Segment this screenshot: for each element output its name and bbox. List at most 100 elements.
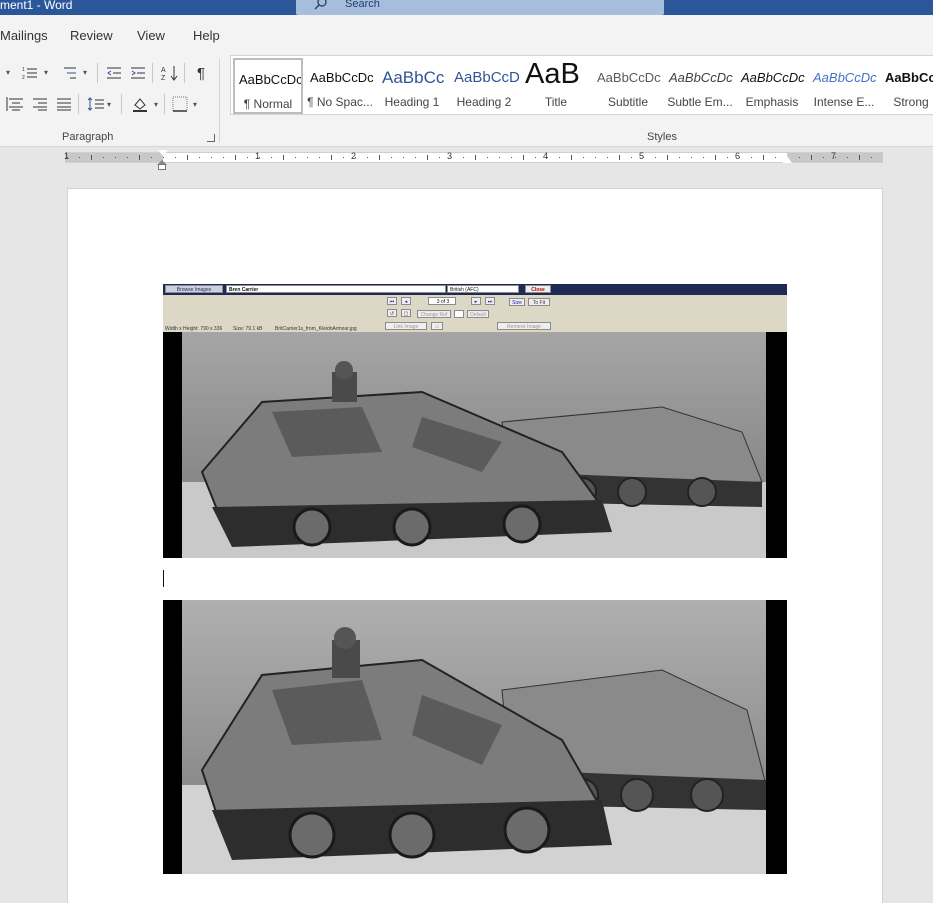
ruler-tick	[571, 155, 572, 160]
numbering-icon[interactable]: 12	[20, 63, 40, 83]
chevron-down-icon[interactable]: ▾	[154, 100, 158, 109]
style-name: Strong	[893, 95, 929, 109]
ruler-tick	[811, 155, 812, 160]
first-image-icon[interactable]: ⏮	[387, 297, 397, 305]
justify-icon[interactable]	[54, 94, 74, 114]
decrease-indent-icon[interactable]	[104, 63, 124, 83]
size-button[interactable]: Size	[509, 298, 525, 306]
ruler-tick	[379, 155, 380, 160]
show-formatting-icon[interactable]: ¶	[191, 63, 211, 83]
search-box[interactable]: Search	[296, 0, 664, 15]
chevron-down-icon[interactable]: ▾	[6, 68, 10, 77]
link-image-button[interactable]: Link Image	[385, 322, 427, 330]
ruler-tick	[523, 155, 524, 160]
horizontal-ruler[interactable]: 1 1 2 3 4 5 6 7	[64, 151, 883, 163]
ruler-tick	[439, 157, 440, 158]
ruler-tick	[283, 155, 284, 160]
style-name: Title	[544, 95, 568, 109]
sort-icon[interactable]: AZ	[160, 63, 180, 83]
style-normal[interactable]: AaBbCcDc ¶ Normal	[233, 58, 303, 114]
search-placeholder: Search	[345, 0, 380, 10]
style-heading-2[interactable]: AaBbCcD Heading 2	[449, 58, 519, 114]
image-category-field[interactable]: British (AFC)	[447, 285, 519, 293]
style-title[interactable]: AaB Title	[521, 58, 591, 114]
divider	[164, 94, 165, 114]
ruler-tick	[187, 155, 188, 160]
copy-icon[interactable]: ▢	[401, 309, 411, 317]
close-button[interactable]: Close	[525, 285, 551, 293]
ruler-tick	[319, 157, 320, 158]
ruler-tick	[115, 157, 116, 158]
ruler-tick	[367, 157, 368, 158]
prev-image-icon[interactable]: ◂	[401, 297, 411, 305]
style-strong[interactable]: AaBbCcI Strong	[881, 58, 933, 114]
align-right-icon[interactable]	[30, 94, 50, 114]
style-sample: AaBbCcI	[885, 70, 933, 85]
fit-button[interactable]: To Fit	[528, 298, 550, 306]
ruler-tick	[871, 157, 872, 158]
ruler-tick	[211, 157, 212, 158]
ruler-tick	[223, 157, 224, 158]
tab-mailings[interactable]: Mailings	[0, 28, 48, 43]
divider	[184, 63, 185, 83]
style-sample: AaB	[525, 58, 580, 90]
embedded-tank-photo[interactable]	[163, 600, 787, 874]
chevron-down-icon[interactable]: ▾	[107, 100, 111, 109]
tank-photo	[182, 332, 766, 558]
default-button[interactable]: Default	[467, 310, 489, 318]
rotate-icon[interactable]: ↺	[387, 309, 397, 317]
borders-icon[interactable]	[170, 94, 190, 114]
ruler-tick	[163, 157, 164, 158]
style-name: Emphasis	[745, 95, 799, 109]
style-intense-emphasis[interactable]: AaBbCcDc Intense E...	[809, 58, 879, 114]
ruler-tick	[847, 157, 848, 158]
shading-icon[interactable]	[130, 94, 150, 114]
first-line-indent-marker[interactable]	[158, 150, 168, 156]
ruler-tick	[463, 157, 464, 158]
browse-images-button[interactable]: Browse Images	[165, 285, 223, 293]
text-cursor	[163, 570, 164, 587]
tab-help[interactable]: Help	[193, 28, 220, 43]
tab-view[interactable]: View	[137, 28, 165, 43]
dialog-launcher-icon[interactable]	[207, 134, 215, 142]
increase-indent-icon[interactable]	[128, 63, 148, 83]
ruler-tick	[703, 157, 704, 158]
style-emphasis[interactable]: AaBbCcDc Emphasis	[737, 58, 807, 114]
ruler-tick	[415, 157, 416, 158]
next-image-icon[interactable]: ▸	[471, 297, 481, 305]
tab-review[interactable]: Review	[70, 28, 113, 43]
multilevel-list-icon[interactable]	[60, 63, 80, 83]
chevron-down-icon[interactable]: ▾	[83, 68, 87, 77]
ref-field[interactable]	[454, 310, 464, 318]
left-indent-marker[interactable]	[158, 164, 166, 170]
bren-carrier-illustration	[182, 600, 766, 874]
ruler-tick	[775, 157, 776, 158]
styles-gallery: AaBbCcDc ¶ Normal AaBbCcDc ¶ No Spac... …	[230, 55, 933, 115]
style-no-spacing[interactable]: AaBbCcDc ¶ No Spac...	[305, 58, 375, 114]
style-subtitle[interactable]: AaBbCcDc Subtitle	[593, 58, 663, 114]
ruler-tick	[823, 157, 824, 158]
change-ref-button[interactable]: Change Ref	[417, 310, 451, 318]
ruler-tick	[271, 157, 272, 158]
remove-image-button[interactable]: Remove Image	[497, 322, 551, 330]
right-indent-marker[interactable]	[782, 156, 792, 163]
embedded-image-browser-screenshot[interactable]: Browse Images Bren Carrier British (AFC)…	[163, 284, 787, 558]
ruler-tick	[511, 157, 512, 158]
style-heading-1[interactable]: AaBbCc Heading 1	[377, 58, 447, 114]
style-subtle-emphasis[interactable]: AaBbCcDc Subtle Em...	[665, 58, 735, 114]
align-center-icon[interactable]	[6, 94, 26, 114]
chevron-down-icon[interactable]: ▾	[193, 100, 197, 109]
style-name: Subtle Em...	[667, 95, 733, 109]
last-image-icon[interactable]: ⏭	[485, 297, 495, 305]
image-title-field[interactable]: Bren Carrier	[226, 285, 446, 293]
divider	[78, 94, 79, 114]
style-name: ¶ Normal	[243, 97, 293, 111]
ruler-number: 3	[447, 151, 453, 161]
ruler-tick	[127, 157, 128, 158]
folder-icon[interactable]: ▭	[431, 322, 443, 330]
window-title: ment1 - Word	[0, 0, 73, 12]
ruler-tick	[331, 155, 332, 160]
tank-photo	[182, 600, 766, 874]
chevron-down-icon[interactable]: ▾	[44, 68, 48, 77]
line-spacing-icon[interactable]	[86, 94, 106, 114]
